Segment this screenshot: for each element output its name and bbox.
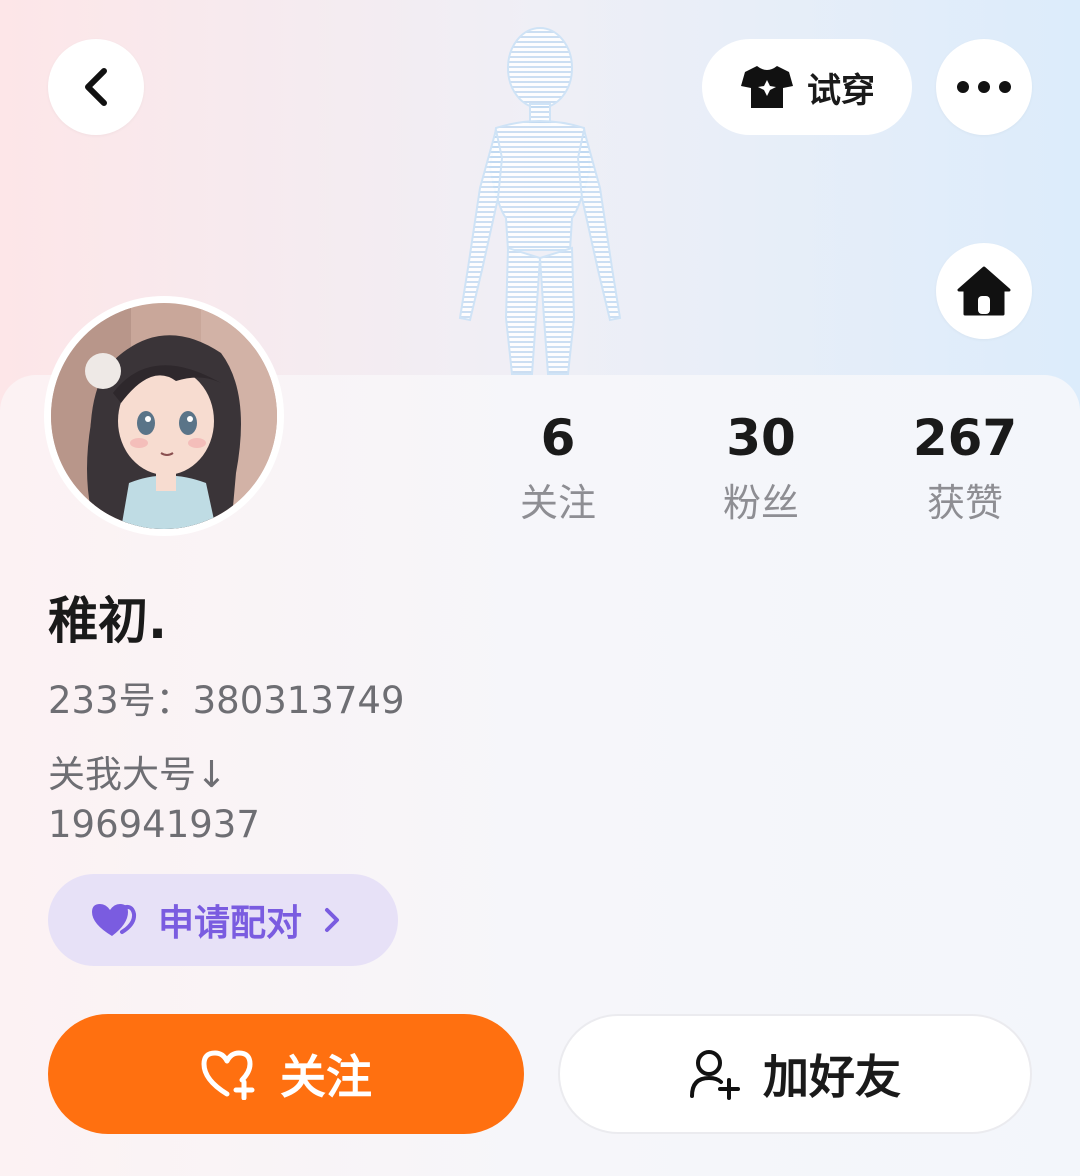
double-heart-icon bbox=[92, 904, 137, 936]
stat-following[interactable]: 6 关注 bbox=[468, 405, 648, 529]
add-friend-button[interactable]: 加好友 bbox=[558, 1014, 1032, 1134]
user-id: 233号：380313749 bbox=[48, 676, 405, 726]
username: 稚初. bbox=[48, 592, 167, 650]
avatar-image bbox=[51, 303, 277, 529]
following-label: 关注 bbox=[519, 481, 596, 525]
follow-button[interactable]: 关注 bbox=[48, 1014, 524, 1134]
fans-label: 粉丝 bbox=[722, 481, 799, 525]
home-icon bbox=[957, 266, 1011, 316]
try-on-label: 试穿 bbox=[807, 70, 875, 111]
following-count: 6 bbox=[540, 409, 576, 467]
avatar-3d-figure bbox=[458, 27, 622, 375]
likes-count: 267 bbox=[912, 409, 1018, 467]
bio: 关我大号↓ 196941937 bbox=[48, 750, 260, 850]
chevron-right-icon bbox=[325, 908, 340, 932]
pair-request-button[interactable]: 申请配对 bbox=[48, 874, 398, 966]
stat-likes[interactable]: 267 获赞 bbox=[875, 405, 1055, 529]
bio-line-2: 196941937 bbox=[48, 803, 260, 846]
try-on-button[interactable]: 试穿 bbox=[702, 39, 912, 135]
home-button[interactable] bbox=[936, 243, 1032, 339]
tshirt-icon bbox=[741, 66, 793, 108]
likes-label: 获赞 bbox=[926, 481, 1003, 525]
stat-fans[interactable]: 30 粉丝 bbox=[671, 405, 851, 529]
chevron-left-icon bbox=[85, 68, 107, 106]
fans-count: 30 bbox=[726, 409, 796, 467]
user-id-value: 380313749 bbox=[192, 679, 405, 722]
person-add-icon bbox=[690, 1050, 740, 1100]
more-dots-icon bbox=[957, 81, 1011, 93]
user-id-label: 233号： bbox=[48, 679, 193, 722]
follow-label: 关注 bbox=[280, 1050, 372, 1104]
add-friend-label: 加好友 bbox=[763, 1050, 901, 1104]
avatar[interactable] bbox=[44, 296, 284, 536]
more-button[interactable] bbox=[936, 39, 1032, 135]
pair-request-label: 申请配对 bbox=[158, 903, 303, 944]
bio-line-1: 关我大号↓ bbox=[48, 753, 228, 796]
anime-girl-avatar bbox=[51, 303, 277, 529]
heart-plus-icon bbox=[201, 1050, 255, 1100]
back-button[interactable] bbox=[48, 39, 144, 135]
